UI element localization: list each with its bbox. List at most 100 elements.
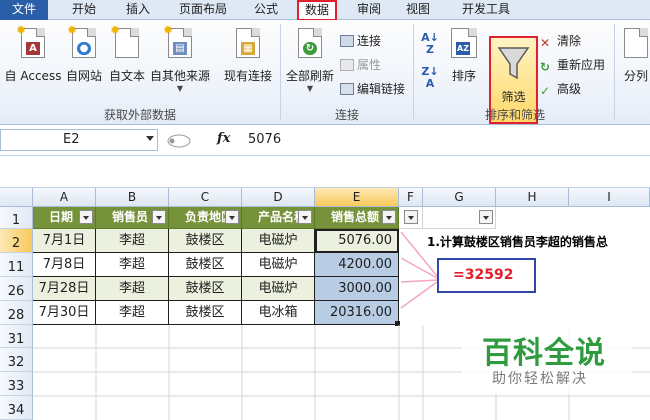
tab-file[interactable]: 文件 xyxy=(0,0,48,20)
cell-g1[interactable] xyxy=(423,207,496,229)
connections-button[interactable]: 连接 xyxy=(340,32,381,49)
from-access-button[interactable]: ✹ A 自 Access xyxy=(4,23,62,84)
group-separator xyxy=(413,24,414,120)
table-header-region: 负责地区 xyxy=(169,207,242,229)
text-to-columns-button[interactable]: 分列 xyxy=(620,28,650,84)
table-cell[interactable]: 7月30日 xyxy=(33,301,96,325)
clear-filter-icon: ✕ xyxy=(540,36,551,50)
group-label-get-external-data: 获取外部数据 xyxy=(103,108,176,122)
row-header[interactable]: 11 xyxy=(0,253,33,277)
tab-formulas[interactable]: 公式 xyxy=(244,0,288,20)
funnel-icon xyxy=(497,47,530,80)
from-web-button[interactable]: ✹ ● 自网站 xyxy=(62,23,106,84)
column-header-g[interactable]: G xyxy=(423,188,496,207)
insert-function-icon[interactable]: fx xyxy=(217,131,230,146)
filter-dropdown-icon[interactable] xyxy=(404,210,418,224)
ribbon-data: ✹ A 自 Access ✹ ● 自网站 ✹ 自文本 ✹ ▤ 自其他来源 ▼ ▦ 现有… xyxy=(0,20,650,125)
sort-descending-button[interactable]: Z↓ A xyxy=(418,66,442,90)
tab-data[interactable]: 数据 xyxy=(297,0,337,21)
filter-dropdown-icon[interactable] xyxy=(479,210,493,224)
formula-input[interactable]: 5076 xyxy=(248,129,281,151)
advanced-filter-icon: ✓ xyxy=(540,84,551,98)
from-other-sources-button[interactable]: ✹ ▤ 自其他来源 ▼ xyxy=(148,23,212,93)
existing-connections-button[interactable]: ▦ 现有连接 xyxy=(220,28,276,84)
table-cell[interactable]: 电冰箱 xyxy=(242,301,315,325)
connections-icon xyxy=(340,35,354,47)
tab-page-layout[interactable]: 页面布局 xyxy=(168,0,238,20)
column-header-e[interactable]: E xyxy=(315,188,399,207)
filter-dropdown-icon[interactable] xyxy=(79,210,93,224)
properties-icon xyxy=(340,59,354,71)
tab-home[interactable]: 开始 xyxy=(60,0,108,20)
reapply-icon: ↻ xyxy=(540,60,551,74)
filter-active-icon[interactable] xyxy=(225,210,239,224)
chevron-down-icon[interactable] xyxy=(146,136,154,141)
group-label-connections: 连接 xyxy=(334,108,359,122)
table-cell[interactable]: 4200.00 xyxy=(315,253,399,277)
table-cell[interactable]: 鼓楼区 xyxy=(169,229,242,253)
table-cell[interactable]: 7月8日 xyxy=(33,253,96,277)
formula-bar: E2 fx 5076 xyxy=(0,126,650,156)
row-header[interactable]: 28 xyxy=(0,301,33,325)
tab-review[interactable]: 审阅 xyxy=(347,0,391,20)
properties-button[interactable]: 属性 xyxy=(340,56,381,73)
group-label-sort-filter: 排序和筛选 xyxy=(484,108,545,122)
advanced-filter-button[interactable]: ✓ 高级 xyxy=(540,80,581,98)
tab-view[interactable]: 视图 xyxy=(396,0,440,20)
row-header[interactable]: 31 xyxy=(0,325,33,348)
table-cell[interactable]: 李超 xyxy=(96,301,169,325)
table-cell[interactable]: 鼓楼区 xyxy=(169,301,242,325)
clear-filter-button[interactable]: ✕ 清除 xyxy=(540,32,581,50)
reapply-button[interactable]: ↻ 重新应用 xyxy=(540,56,605,74)
tab-developer[interactable]: 开发工具 xyxy=(451,0,521,20)
filter-active-icon[interactable] xyxy=(152,210,166,224)
watermark-logo: 百科全说 助你轻松解决 xyxy=(462,324,632,394)
column-header-c[interactable]: C xyxy=(169,188,242,207)
edit-links-icon xyxy=(340,83,354,95)
column-header-f[interactable]: F xyxy=(399,188,423,207)
sort-ascending-button[interactable]: A↓ Z xyxy=(418,32,442,56)
edit-links-button[interactable]: 编辑链接 xyxy=(340,80,405,97)
from-text-button[interactable]: ✹ 自文本 xyxy=(106,23,148,84)
existing-connections-icon: ▦ xyxy=(236,28,260,58)
table-cell[interactable]: 李超 xyxy=(96,253,169,277)
row-header[interactable]: 34 xyxy=(0,396,33,420)
table-cell[interactable]: 7月28日 xyxy=(33,277,96,301)
row-header[interactable]: 2 xyxy=(0,229,33,253)
table-header-total: 销售总额 xyxy=(315,207,399,229)
table-cell[interactable]: 李超 xyxy=(96,277,169,301)
refresh-all-button[interactable]: ↻ 全部刷新 ▼ xyxy=(285,28,335,93)
cell-f1[interactable] xyxy=(399,207,423,229)
table-cell[interactable]: 鼓楼区 xyxy=(169,277,242,301)
column-header-d[interactable]: D xyxy=(242,188,315,207)
table-cell[interactable]: 电磁炉 xyxy=(242,253,315,277)
sort-button[interactable]: AZ 排序 xyxy=(446,28,482,84)
active-cell-e2[interactable]: 5076.00 xyxy=(315,229,399,253)
web-globe-icon: ✹ ● xyxy=(67,23,96,58)
row-header[interactable]: 26 xyxy=(0,277,33,301)
group-separator xyxy=(614,24,615,120)
table-header-salesperson: 销售员 xyxy=(96,207,169,229)
column-header-h[interactable]: H xyxy=(496,188,569,207)
row-header[interactable]: 1 xyxy=(0,207,33,229)
table-cell[interactable]: 3000.00 xyxy=(315,277,399,301)
name-box[interactable]: E2 xyxy=(0,129,158,151)
table-cell[interactable]: 李超 xyxy=(96,229,169,253)
row-header[interactable]: 32 xyxy=(0,348,33,372)
tab-insert[interactable]: 插入 xyxy=(114,0,162,20)
column-header-b[interactable]: B xyxy=(96,188,169,207)
sort-dialog-icon: AZ xyxy=(451,28,477,58)
table-cell[interactable]: 鼓楼区 xyxy=(169,253,242,277)
row-header[interactable]: 33 xyxy=(0,372,33,396)
filter-dropdown-icon[interactable] xyxy=(298,210,312,224)
table-cell[interactable]: 电磁炉 xyxy=(242,277,315,301)
table-cell[interactable]: 7月1日 xyxy=(33,229,96,253)
table-cell[interactable]: 电磁炉 xyxy=(242,229,315,253)
column-header-a[interactable]: A xyxy=(33,188,96,207)
formula-bar-buttons: fx xyxy=(165,131,235,151)
worksheet-grid[interactable]: A B C D E F G H I 1 2 11 26 28 31 32 33 … xyxy=(0,188,650,420)
column-header-i[interactable]: I xyxy=(569,188,650,207)
table-cell[interactable]: 20316.00 xyxy=(315,301,399,325)
select-all-corner[interactable] xyxy=(0,188,33,207)
filter-dropdown-icon[interactable] xyxy=(382,210,396,224)
